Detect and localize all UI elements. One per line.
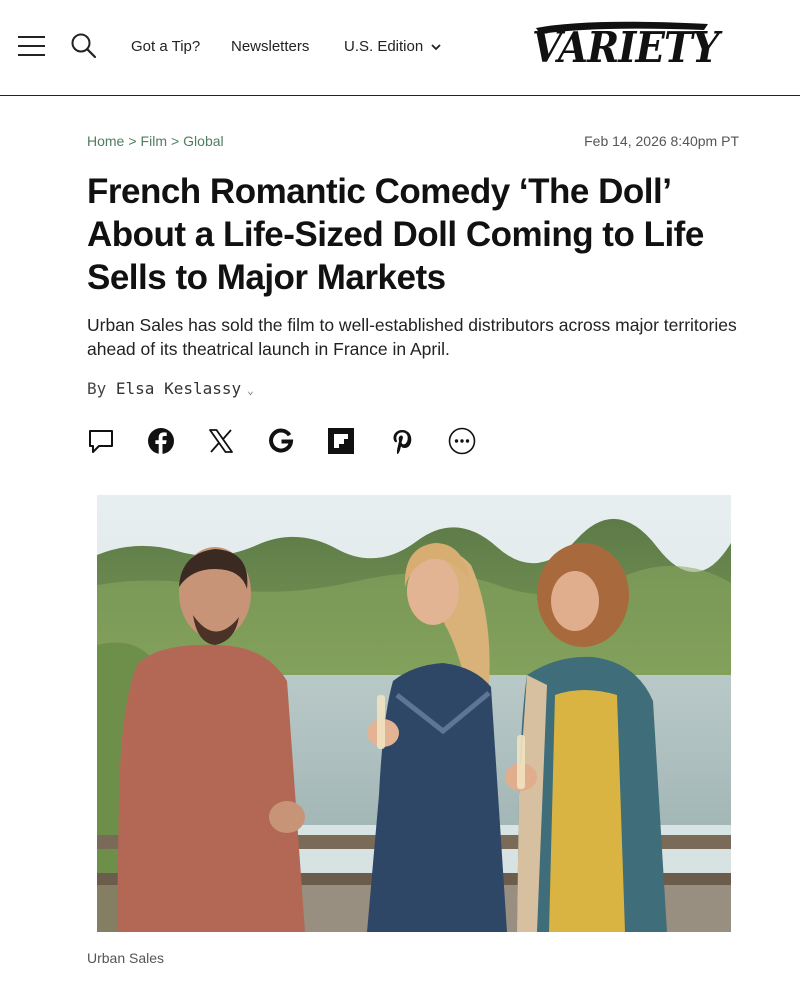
facebook-icon[interactable] [147,427,175,455]
breadcrumb-separator: > [128,133,137,149]
chevron-down-icon: ⌄ [247,384,254,397]
menu-icon[interactable] [18,34,45,58]
breadcrumb-global[interactable]: Global [183,133,223,149]
x-icon[interactable] [207,427,235,455]
article-dek: Urban Sales has sold the film to well-es… [87,315,737,359]
chevron-down-icon [431,44,442,51]
site-header: Got a Tip? Newsletters U.S. Edition VARI… [0,0,800,96]
got-a-tip-link[interactable]: Got a Tip? [131,38,200,55]
photo-caption: Urban Sales [87,950,165,966]
breadcrumb-separator: > [170,133,180,149]
breadcrumb: Home > Film > Global [87,133,224,149]
photo-illustration [97,495,731,932]
publish-date: Feb 14, 2026 8:40pm PT [584,133,739,149]
edition-selector[interactable]: U.S. Edition [344,38,442,55]
newsletters-link[interactable]: Newsletters [231,38,309,55]
breadcrumb-home[interactable]: Home [87,133,124,149]
logo-wordmark: VARIETY [532,23,719,72]
comment-icon[interactable] [87,427,115,455]
article-photo[interactable] [97,495,731,932]
search-icon[interactable] [70,32,98,60]
author-name[interactable]: Elsa Keslassy [116,379,241,398]
byline-prefix: By [87,379,107,398]
variety-logo[interactable]: VARIETY [528,18,719,76]
article-headline: French Romantic Comedy ‘The Doll’ About … [87,172,704,297]
more-icon[interactable] [448,427,476,455]
google-icon[interactable] [267,427,295,455]
flipboard-icon[interactable] [327,427,355,455]
pinterest-icon[interactable] [388,427,416,455]
breadcrumb-film[interactable]: Film [141,133,167,149]
byline[interactable]: By Elsa Keslassy ⌄ [87,379,254,398]
edition-label: U.S. Edition [344,38,424,55]
